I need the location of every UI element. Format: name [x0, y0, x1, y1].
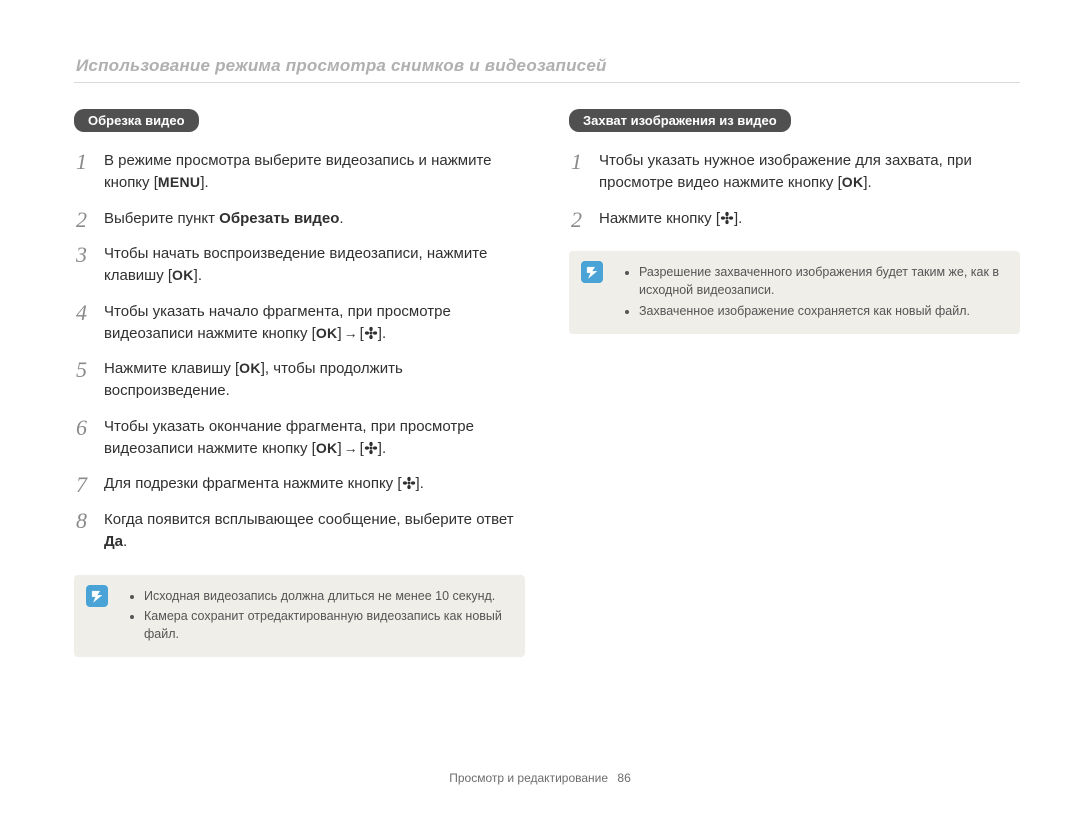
step-text: .	[339, 210, 343, 227]
note-item: Камера сохранит отредактированную видеоз…	[144, 607, 511, 643]
step-text: Чтобы начать воспроизведение видеозаписи…	[104, 245, 487, 284]
right-column: Захват изображения из видео Чтобы указат…	[569, 109, 1020, 657]
menu-label: MENU	[158, 174, 200, 190]
flower-icon	[364, 441, 378, 455]
step-text: Нажмите кнопку [	[599, 210, 720, 227]
ok-label: OK	[316, 440, 338, 456]
page-title: Использование режима просмотра снимков и…	[76, 56, 1020, 76]
content-columns: Обрезка видео В режиме просмотра выберит…	[74, 109, 1020, 657]
right-note-block: Разрешение захваченного изображения буде…	[569, 251, 1020, 333]
right-steps: Чтобы указать нужное изображение для зах…	[569, 150, 1020, 229]
step-text: Чтобы указать начало фрагмента, при прос…	[104, 303, 451, 342]
note-item: Захваченное изображение сохраняется как …	[639, 302, 1006, 320]
step-text: ]→[	[337, 440, 363, 457]
step-4: Чтобы указать начало фрагмента, при прос…	[74, 301, 525, 345]
step-bold: Обрезать видео	[219, 210, 339, 227]
step-2: Нажмите кнопку [].	[569, 208, 1020, 230]
step-text: ]→[	[337, 325, 363, 342]
step-3: Чтобы начать воспроизведение видеозаписи…	[74, 243, 525, 287]
page: Использование режима просмотра снимков и…	[0, 0, 1080, 815]
step-text: Чтобы указать нужное изображение для зах…	[599, 152, 972, 191]
note-list: Исходная видеозапись должна длиться не м…	[128, 587, 511, 643]
left-column: Обрезка видео В режиме просмотра выберит…	[74, 109, 525, 657]
ok-label: OK	[842, 174, 864, 190]
flower-icon	[364, 326, 378, 340]
step-text: ].	[734, 210, 742, 227]
step-text: Чтобы указать окончание фрагмента, при п…	[104, 418, 474, 457]
step-text: Для подрезки фрагмента нажмите кнопку [	[104, 475, 402, 492]
step-text: ].	[863, 174, 871, 191]
page-footer: Просмотр и редактирование 86	[0, 771, 1080, 785]
footer-section: Просмотр и редактирование	[449, 771, 608, 785]
step-text: .	[123, 533, 127, 550]
note-item: Исходная видеозапись должна длиться не м…	[144, 587, 511, 605]
step-1: В режиме просмотра выберите видеозапись …	[74, 150, 525, 194]
step-text: ].	[200, 174, 208, 191]
left-section-title: Обрезка видео	[74, 109, 199, 132]
step-6: Чтобы указать окончание фрагмента, при п…	[74, 416, 525, 460]
left-note-block: Исходная видеозапись должна длиться не м…	[74, 575, 525, 657]
page-number: 86	[617, 771, 630, 785]
step-text: ].	[194, 267, 202, 284]
step-text: ].	[416, 475, 424, 492]
step-text: Когда появится всплывающее сообщение, вы…	[104, 511, 514, 528]
left-steps: В режиме просмотра выберите видеозапись …	[74, 150, 525, 553]
note-icon	[86, 585, 108, 607]
step-text: ].	[378, 440, 386, 457]
step-5: Нажмите клавишу [OK], чтобы продолжить в…	[74, 358, 525, 402]
flower-icon	[402, 476, 416, 490]
ok-label: OK	[239, 360, 261, 376]
step-text: ].	[378, 325, 386, 342]
flower-icon	[720, 211, 734, 225]
note-icon	[581, 261, 603, 283]
step-text: Нажмите клавишу [	[104, 360, 239, 377]
ok-label: OK	[316, 325, 338, 341]
note-item: Разрешение захваченного изображения буде…	[639, 263, 1006, 299]
right-section-title: Захват изображения из видео	[569, 109, 791, 132]
step-1: Чтобы указать нужное изображение для зах…	[569, 150, 1020, 194]
step-2: Выберите пункт Обрезать видео.	[74, 208, 525, 230]
step-7: Для подрезки фрагмента нажмите кнопку []…	[74, 473, 525, 495]
step-bold: Да	[104, 533, 123, 550]
step-8: Когда появится всплывающее сообщение, вы…	[74, 509, 525, 553]
step-text: Выберите пункт	[104, 210, 219, 227]
ok-label: OK	[172, 267, 194, 283]
note-list: Разрешение захваченного изображения буде…	[623, 263, 1006, 319]
header-divider	[74, 82, 1020, 83]
